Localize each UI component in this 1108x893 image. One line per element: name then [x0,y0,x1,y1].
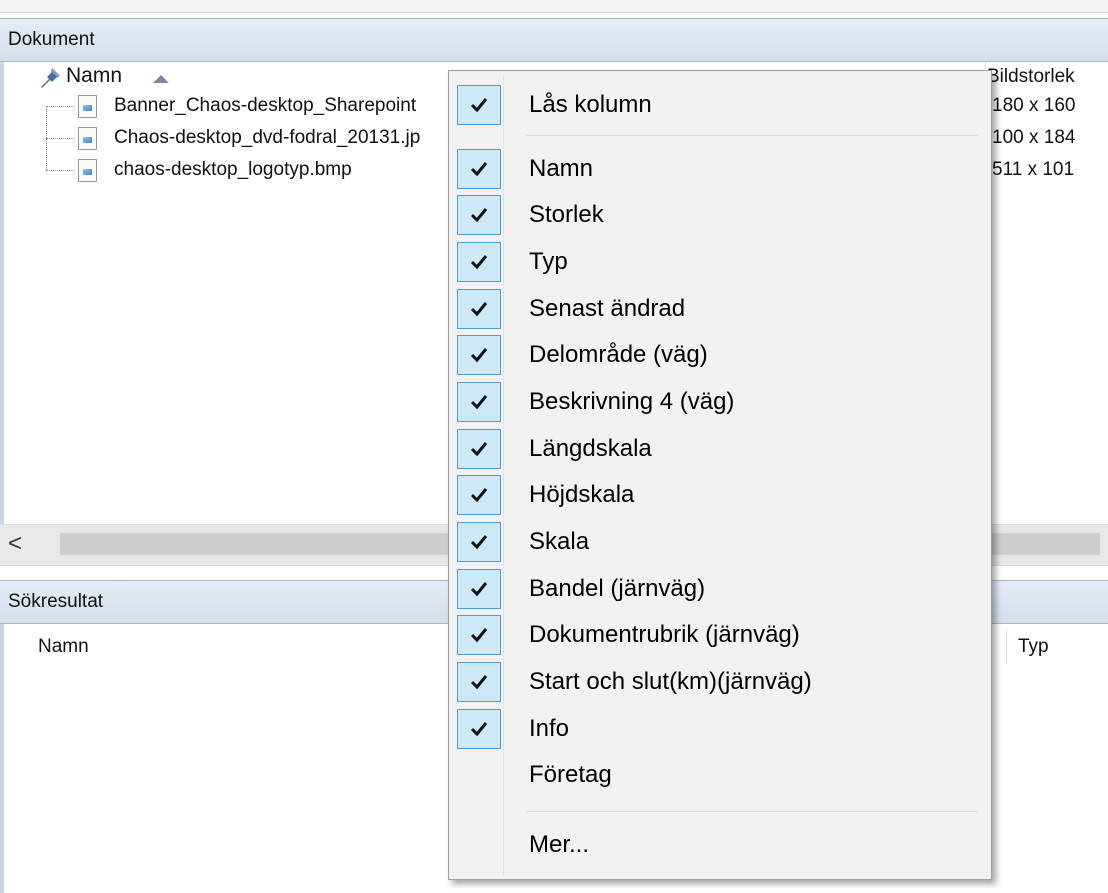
checkmark-icon [457,242,501,282]
file-name[interactable]: Chaos-desktop_dvd-fodral_20131.jp [114,127,420,149]
menu-item-info[interactable]: Info [451,705,989,753]
menu-item-label: Lås kolumn [529,91,652,118]
search-panel-title-text: Sökresultat [8,591,104,612]
menu-item-label: Namn [529,155,594,182]
file-imagesize: 100 x 184 [992,127,1076,148]
menu-item-skala[interactable]: Skala [451,518,989,566]
image-file-icon [78,95,97,118]
file-name[interactable]: chaos-desktop_logotyp.bmp [114,159,352,181]
column-context-menu: Lås kolumn Namn Storlek Typ Senast ändra… [448,70,992,880]
menu-item-more[interactable]: Mer... [451,821,989,869]
menu-item-storlek[interactable]: Storlek [451,191,989,239]
image-file-icon [78,159,97,182]
menu-item-dokumentrubrik[interactable]: Dokumentrubrik (järnväg) [451,611,989,659]
menu-item-label: Företag [529,761,612,788]
menu-item-namn[interactable]: Namn [451,145,989,193]
search-column-name[interactable]: Namn [38,636,89,658]
search-column-type[interactable]: Typ [1018,636,1049,658]
tree-line [46,170,74,171]
image-file-icon [78,127,97,150]
menu-item-label: Senast ändrad [529,295,686,322]
checkmark-icon [457,475,501,515]
pin-icon[interactable] [38,66,64,90]
menu-item-label: Längdskala [529,435,652,462]
menu-item-label: Typ [529,248,568,275]
menu-item-label: Höjdskala [529,481,635,508]
tree-line [46,106,74,107]
menu-item-langdskala[interactable]: Längdskala [451,425,989,473]
documents-panel-title: Dokument [0,18,1108,62]
documents-panel-left-border [0,62,4,524]
menu-item-start-och-slut[interactable]: Start och slut(km)(järnväg) [451,658,989,706]
documents-panel-title-text: Dokument [8,29,95,50]
scroll-left-icon[interactable]: < [8,529,22,559]
tree-line [46,138,74,139]
checkmark-icon [457,335,501,375]
menu-item-label: Info [529,715,570,742]
menu-item-hojdskala[interactable]: Höjdskala [451,471,989,519]
menu-item-bandel[interactable]: Bandel (järnväg) [451,565,989,613]
file-imagesize: 511 x 101 [992,159,1075,180]
menu-item-foretag[interactable]: Företag [451,751,989,799]
checkmark-icon [457,662,501,702]
menu-item-label: Storlek [529,201,604,228]
checkmark-icon [457,569,501,609]
checkmark-icon [457,85,501,125]
menu-item-senast-andrad[interactable]: Senast ändrad [451,285,989,333]
menu-item-label: Bandel (järnväg) [529,575,706,602]
menu-item-beskrivning-4[interactable]: Beskrivning 4 (väg) [451,378,989,426]
checkmark-icon [457,195,501,235]
column-separator[interactable] [1006,630,1007,664]
sort-ascending-icon [153,75,169,83]
menu-item-label: Start och slut(km)(järnväg) [529,668,812,695]
checkmark-icon [457,709,501,749]
checkmark-icon [457,382,501,422]
menu-item-typ[interactable]: Typ [451,238,989,286]
checkmark-icon [457,522,501,562]
checkmark-icon [457,289,501,329]
file-name[interactable]: Banner_Chaos-desktop_Sharepoint [114,95,416,117]
menu-separator [527,811,977,812]
checkmark-icon [457,149,501,189]
search-panel-left-border [0,624,4,893]
menu-item-label: Mer... [529,831,590,858]
menu-separator [527,135,977,136]
top-edge [0,0,1108,13]
menu-item-label: Skala [529,528,590,555]
checkmark-icon [457,429,501,469]
menu-item-delomrade[interactable]: Delområde (väg) [451,331,989,379]
menu-item-label: Beskrivning 4 (väg) [529,388,735,415]
menu-item-lock-column[interactable]: Lås kolumn [451,81,989,129]
menu-item-label: Delområde (väg) [529,341,708,368]
file-imagesize: 180 x 160 [992,95,1076,116]
documents-column-imagesize[interactable]: Bildstorlek [987,66,1075,88]
menu-item-label: Dokumentrubrik (järnväg) [529,621,800,648]
documents-column-name[interactable]: Namn [66,64,122,88]
checkmark-icon [457,615,501,655]
